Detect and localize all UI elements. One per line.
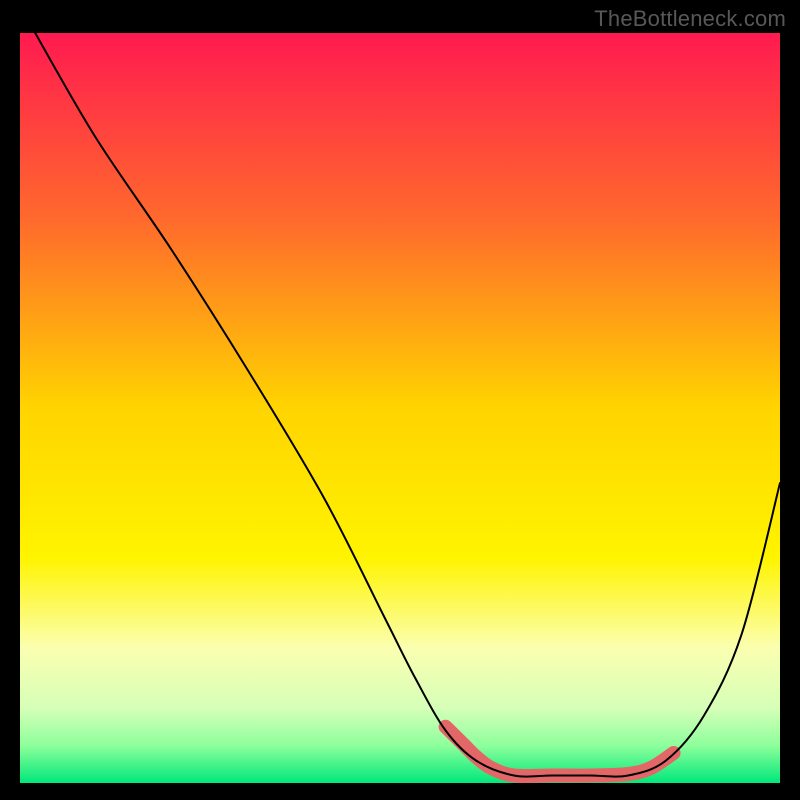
chart-frame: TheBottleneck.com xyxy=(0,0,800,800)
watermark-text: TheBottleneck.com xyxy=(594,6,786,32)
bottleneck-chart xyxy=(0,0,800,800)
chart-background xyxy=(20,33,780,783)
